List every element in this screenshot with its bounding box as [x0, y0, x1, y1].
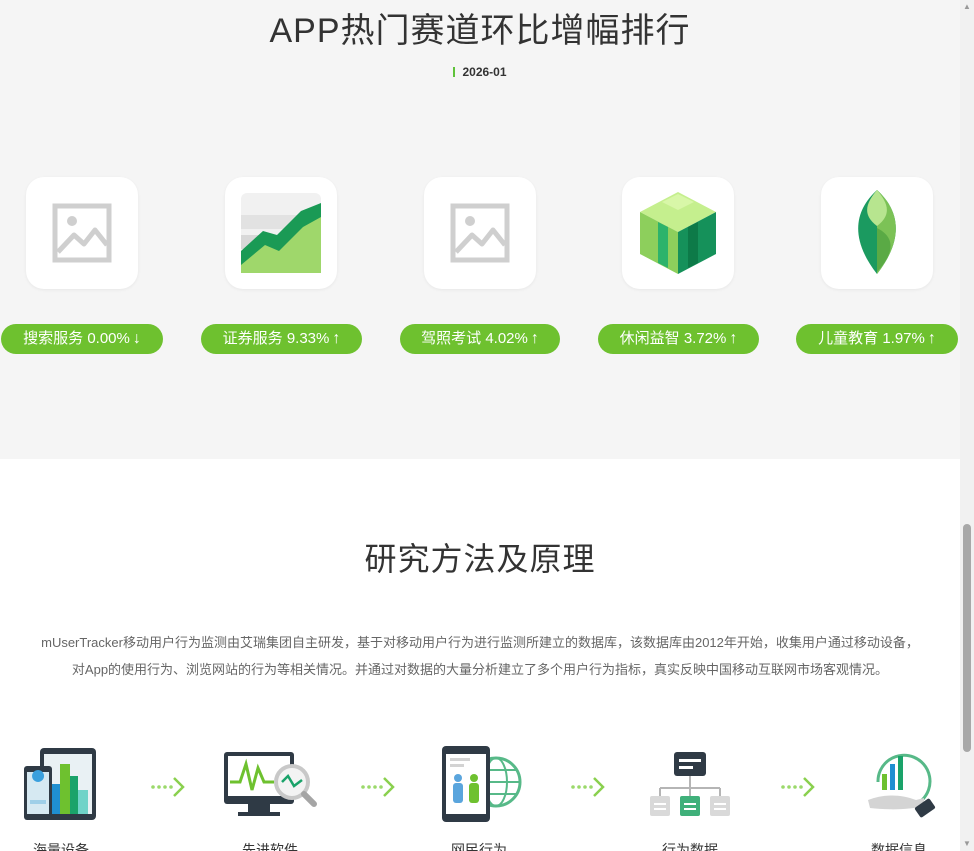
rank-pill-search: 搜索服务 0.00% ↓ — [1, 324, 163, 354]
rank-change: 1.97% — [882, 330, 925, 347]
arrow-up-icon: ↑ — [530, 330, 539, 347]
step-label-user-behavior: 网民行为 — [451, 842, 507, 851]
chevron-right-icon — [151, 777, 185, 797]
arrow-up-icon: ↑ — [927, 330, 936, 347]
hierarchy-data-icon — [650, 752, 730, 816]
period-label: 2026-01 — [0, 64, 960, 80]
app-card-securities[interactable] — [225, 177, 337, 289]
app-card-driving-test[interactable] — [424, 177, 536, 289]
scroll-down-icon[interactable]: ▼ — [963, 839, 971, 849]
ranking-title: APP热门赛道环比增幅排行 — [269, 12, 691, 50]
rank-change: 9.33% — [286, 330, 330, 347]
app-card-casual-puzzle[interactable] — [622, 177, 734, 289]
ranking-section: APP热门赛道环比增幅排行 2026-01 搜索服务 0.00% ↓ 证券服务 … — [0, 0, 960, 459]
rank-change: 0.00% — [87, 330, 130, 347]
step-label-devices: 海量设备 — [33, 842, 89, 851]
rank-name: 休闲益智 — [619, 330, 680, 347]
image-placeholder-icon — [450, 203, 510, 263]
rank-pill-driving-test: 驾照考试 4.02% ↑ — [400, 324, 560, 354]
rank-name: 驾照考试 — [421, 330, 482, 347]
arrow-down-icon: ↓ — [132, 330, 141, 347]
image-placeholder-icon — [52, 203, 112, 263]
rank-name: 证券服务 — [222, 330, 283, 347]
arrow-up-icon: ↑ — [332, 330, 341, 347]
rank-change: 3.72% — [683, 330, 727, 347]
stock-chart-app-icon — [241, 193, 321, 273]
scrollbar-thumb[interactable] — [963, 524, 971, 752]
green-cube-app-icon — [640, 192, 716, 274]
method-title: 研究方法及原理 — [364, 541, 596, 577]
page: APP热门赛道环比增幅排行 2026-01 搜索服务 0.00% ↓ 证券服务 … — [0, 0, 960, 851]
rank-name: 搜索服务 — [23, 330, 84, 347]
hand-chart-icon — [868, 753, 936, 818]
step-label-software: 先进软件 — [242, 842, 298, 851]
arrow-up-icon: ↑ — [729, 330, 738, 347]
step-label-behavior-data: 行为数据 — [662, 842, 718, 851]
chevron-right-icon — [781, 777, 815, 797]
rank-pill-casual-puzzle: 休闲益智 3.72% ↑ — [598, 324, 759, 354]
scrollbar[interactable]: ▲ ▼ — [960, 0, 974, 851]
devices-icon — [24, 748, 96, 820]
monitor-analysis-icon — [224, 752, 317, 816]
app-card-kids-education[interactable] — [821, 177, 933, 289]
method-description-line1: mUserTracker移动用户行为监测由艾瑞集团自主研发，基于对移动用户行为进… — [41, 635, 919, 650]
period-value: 2026-01 — [462, 65, 507, 79]
rank-pill-securities: 证券服务 9.33% ↑ — [201, 324, 362, 354]
step-label-data-info: 数据信息 — [871, 842, 927, 851]
app-card-search[interactable] — [26, 177, 138, 289]
rank-pill-kids-education: 儿童教育 1.97% ↑ — [796, 324, 958, 354]
chevron-right-icon — [571, 777, 605, 797]
method-description-line2: 对App的使用行为、浏览网站的行为等相关情况。并通过对数据的大量分析建立了多个用… — [71, 662, 889, 677]
period-marker — [453, 67, 456, 77]
scroll-up-icon[interactable]: ▲ — [963, 2, 971, 12]
rank-change: 4.02% — [485, 330, 528, 347]
chevron-right-icon — [361, 777, 395, 797]
green-leaf-app-icon — [858, 190, 896, 274]
rank-name: 儿童教育 — [818, 330, 879, 347]
phone-users-globe-icon — [442, 746, 522, 822]
